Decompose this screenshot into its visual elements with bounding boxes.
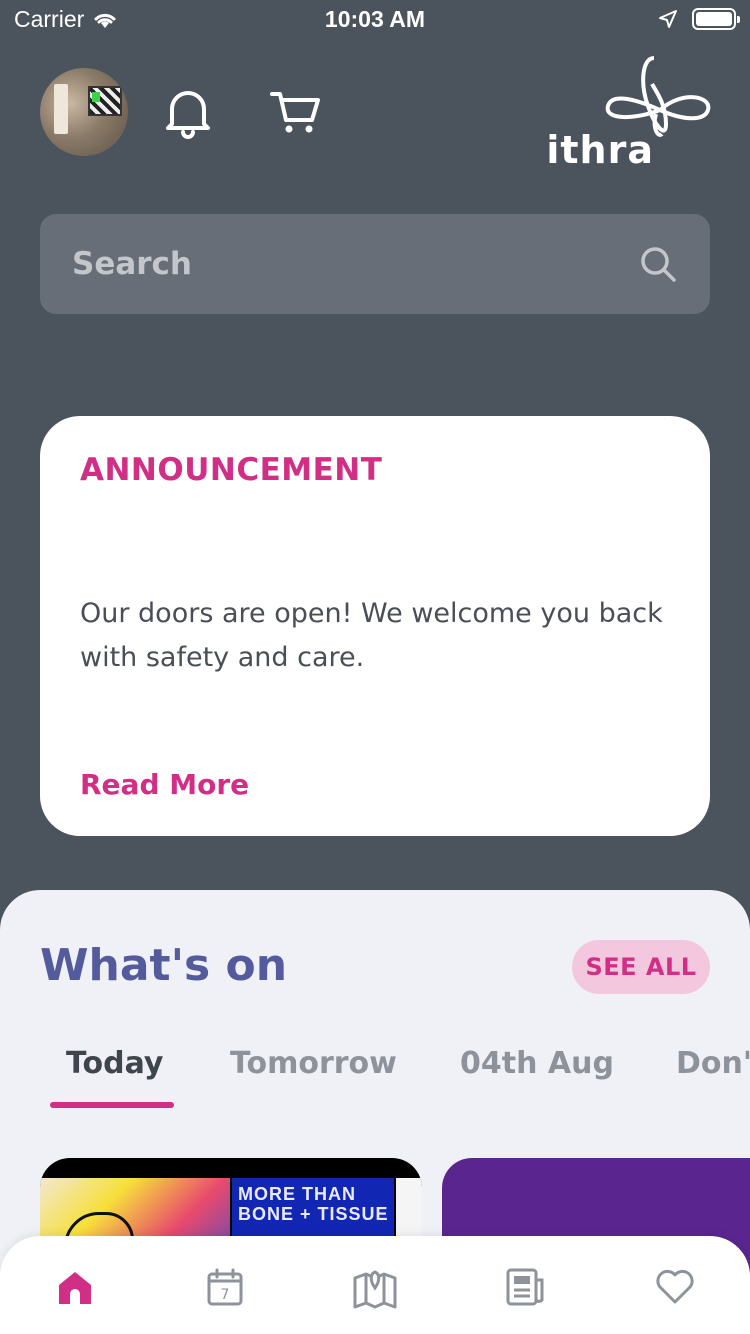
announcement-title: ANNOUNCEMENT: [80, 452, 383, 488]
status-bar: Carrier 10:03 AM: [0, 0, 750, 40]
tab-04th-aug[interactable]: 04th Aug: [460, 1046, 614, 1081]
location-arrow-icon: [659, 10, 677, 28]
see-all-button[interactable]: SEE ALL: [572, 940, 710, 994]
heart-icon: [656, 1269, 694, 1304]
nav-news[interactable]: [500, 1262, 550, 1312]
map-icon: [353, 1270, 397, 1309]
cart-icon: [270, 92, 320, 133]
tab-today[interactable]: Today: [66, 1046, 163, 1081]
bell-icon: [166, 91, 210, 139]
calendar-day: 7: [221, 1287, 230, 1303]
tab-tomorrow[interactable]: Tomorrow: [230, 1046, 397, 1081]
announcement-card[interactable]: ANNOUNCEMENT Our doors are open! We welc…: [40, 416, 710, 836]
whats-on-title: What's on: [40, 940, 288, 991]
search-icon[interactable]: [638, 244, 678, 284]
nav-map[interactable]: [350, 1262, 400, 1312]
notifications-button[interactable]: [158, 82, 218, 142]
calendar-icon: 7: [207, 1268, 243, 1306]
bottom-nav: 7: [0, 1236, 750, 1334]
date-tabs: Today Tomorrow 04th Aug Don't: [0, 1040, 750, 1110]
nav-calendar[interactable]: 7: [200, 1262, 250, 1312]
status-right: [658, 8, 740, 30]
event-poster-text: MORE THAN BONE + TISSUE: [238, 1184, 389, 1224]
tab-dont[interactable]: Don't: [676, 1046, 750, 1081]
cart-button[interactable]: [266, 82, 326, 142]
news-icon: [506, 1268, 544, 1306]
nav-home[interactable]: [50, 1262, 100, 1312]
active-tab-indicator: [50, 1102, 174, 1108]
status-time: 10:03 AM: [324, 6, 426, 32]
avatar[interactable]: [40, 68, 128, 156]
logo-text: ithra: [546, 128, 654, 172]
announcement-body: Our doors are open! We welcome you back …: [80, 598, 663, 673]
nav-favorites[interactable]: [650, 1262, 700, 1312]
read-more-link[interactable]: Read More: [80, 768, 249, 801]
search-bar[interactable]: [40, 214, 710, 314]
search-input[interactable]: [72, 246, 638, 282]
battery-icon: [692, 8, 740, 30]
home-icon: [59, 1272, 91, 1304]
